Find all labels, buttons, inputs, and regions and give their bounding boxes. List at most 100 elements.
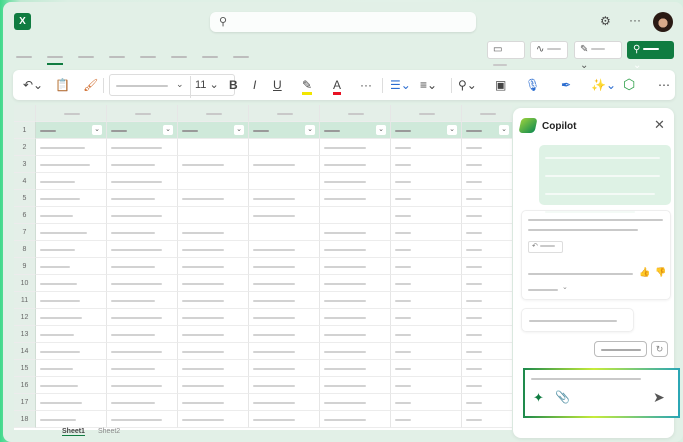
cell[interactable]: [107, 394, 178, 411]
cell[interactable]: [249, 241, 320, 258]
cell[interactable]: [178, 394, 249, 411]
cell[interactable]: [320, 139, 391, 156]
cell[interactable]: [107, 139, 178, 156]
filter-dropdown-icon[interactable]: ⌄: [499, 125, 509, 135]
cell[interactable]: [320, 343, 391, 360]
excel-logo[interactable]: X: [14, 13, 31, 30]
sparkle-prompts-icon[interactable]: ✦: [533, 390, 544, 406]
row-header[interactable]: 11: [14, 292, 36, 309]
search-box[interactable]: ⚲: [210, 12, 476, 32]
copilot-prompt-input[interactable]: ✦ 📎 ➤: [523, 368, 680, 418]
table-header-cell[interactable]: ⌄: [36, 122, 107, 139]
cell[interactable]: [320, 292, 391, 309]
cell[interactable]: [320, 360, 391, 377]
cell[interactable]: [462, 292, 512, 309]
table-header-cell[interactable]: ⌄: [249, 122, 320, 139]
cell[interactable]: [178, 360, 249, 377]
tab-home[interactable]: [47, 55, 63, 65]
cell[interactable]: [107, 275, 178, 292]
cell[interactable]: [178, 258, 249, 275]
bullets-icon[interactable]: ☰⌄: [390, 78, 411, 92]
cell[interactable]: [320, 224, 391, 241]
cell[interactable]: [462, 343, 512, 360]
cell[interactable]: [391, 377, 462, 394]
designer-icon[interactable]: ✨⌄: [591, 78, 616, 92]
settings-gear-icon[interactable]: ⚙: [600, 14, 611, 28]
cell[interactable]: [178, 224, 249, 241]
editor-icon[interactable]: ✒: [561, 78, 571, 92]
cell[interactable]: [107, 190, 178, 207]
cell[interactable]: [320, 190, 391, 207]
cell[interactable]: [391, 360, 462, 377]
cell[interactable]: [249, 156, 320, 173]
cell[interactable]: [36, 377, 107, 394]
cell[interactable]: [320, 275, 391, 292]
cell[interactable]: [107, 241, 178, 258]
table-header-cell[interactable]: ⌄: [320, 122, 391, 139]
cell[interactable]: [178, 309, 249, 326]
column-header[interactable]: [107, 105, 178, 122]
tab-draw[interactable]: [109, 55, 125, 58]
row-header[interactable]: 7: [14, 224, 36, 241]
row-header[interactable]: 5: [14, 190, 36, 207]
cell[interactable]: [462, 411, 512, 428]
cell[interactable]: [391, 173, 462, 190]
cell[interactable]: [320, 326, 391, 343]
cell[interactable]: [391, 139, 462, 156]
cell[interactable]: [249, 411, 320, 428]
activity-button[interactable]: ∿: [530, 41, 568, 59]
tab-review[interactable]: [233, 55, 249, 58]
cell[interactable]: [462, 309, 512, 326]
cell[interactable]: [107, 156, 178, 173]
row-header[interactable]: 16: [14, 377, 36, 394]
tab-file[interactable]: [16, 55, 32, 58]
cell[interactable]: [462, 139, 512, 156]
row-header[interactable]: 14: [14, 343, 36, 360]
cell[interactable]: [36, 190, 107, 207]
thumbs-up-icon[interactable]: 👍: [639, 267, 650, 278]
cell[interactable]: [178, 139, 249, 156]
undo-change-button[interactable]: ↶: [528, 241, 563, 253]
cell[interactable]: [107, 173, 178, 190]
table-header-cell[interactable]: ⌄: [178, 122, 249, 139]
cell[interactable]: [178, 190, 249, 207]
cell[interactable]: [391, 292, 462, 309]
cell[interactable]: [107, 326, 178, 343]
row-header[interactable]: 12: [14, 309, 36, 326]
cell[interactable]: [249, 394, 320, 411]
row-header[interactable]: 8: [14, 241, 36, 258]
cell[interactable]: [249, 292, 320, 309]
tab-insert[interactable]: [78, 55, 94, 58]
cell[interactable]: [462, 156, 512, 173]
cell[interactable]: [391, 190, 462, 207]
cell[interactable]: [107, 360, 178, 377]
column-header[interactable]: [178, 105, 249, 122]
cell[interactable]: [107, 411, 178, 428]
cell[interactable]: [36, 343, 107, 360]
cell[interactable]: [391, 275, 462, 292]
send-icon[interactable]: ➤: [653, 389, 665, 406]
cell[interactable]: [178, 411, 249, 428]
cell[interactable]: [320, 258, 391, 275]
cell[interactable]: [249, 190, 320, 207]
cell[interactable]: [249, 309, 320, 326]
table-header-cell[interactable]: ⌄: [107, 122, 178, 139]
cell[interactable]: [391, 411, 462, 428]
cell[interactable]: [391, 343, 462, 360]
cell[interactable]: [178, 156, 249, 173]
underline-button[interactable]: U: [273, 78, 282, 92]
cell[interactable]: [178, 241, 249, 258]
cell[interactable]: [391, 258, 462, 275]
cell[interactable]: [178, 377, 249, 394]
chevron-down-icon[interactable]: ⌄: [562, 283, 568, 291]
more-ribbon-icon[interactable]: ⋯: [658, 78, 670, 92]
cell[interactable]: [107, 207, 178, 224]
highlight-icon[interactable]: ✎: [302, 78, 313, 95]
row-header[interactable]: 6: [14, 207, 36, 224]
cell[interactable]: [462, 360, 512, 377]
filter-dropdown-icon[interactable]: ⌄: [305, 125, 315, 135]
editing-mode-button[interactable]: ✎ ⌄: [574, 41, 622, 71]
cell[interactable]: [320, 207, 391, 224]
cell[interactable]: [36, 309, 107, 326]
column-header[interactable]: [36, 105, 107, 122]
